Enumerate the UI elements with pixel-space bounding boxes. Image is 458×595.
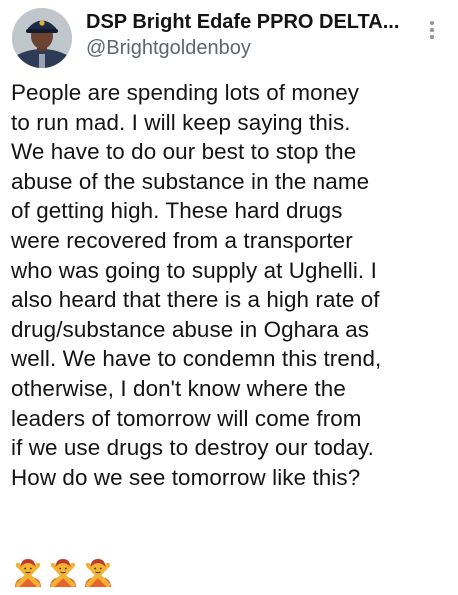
- vertical-ellipsis-icon-dot: [430, 35, 434, 39]
- tweet-text-line: of getting high. These hard drugs: [11, 198, 343, 224]
- vertical-ellipsis-icon-dot: [430, 28, 434, 32]
- tweet-text-line: People are spending lots of money: [11, 80, 360, 105]
- tweet-text-line: leaders of tomorrow will come from: [11, 405, 362, 431]
- tweet-text: People are spending lots of money to run…: [11, 78, 451, 492]
- author-handle[interactable]: @Brightgoldenboy: [86, 36, 416, 60]
- police-officer-avatar-icon: [12, 8, 72, 68]
- tweet-text-line: drug/substance abuse in Oghara as: [11, 316, 370, 342]
- person-gesturing-no-icon: [12, 555, 44, 587]
- tweet-text-line: also heard that there is a high rate of: [11, 287, 380, 313]
- tweet-text-line: How do we see tomorrow like this?: [11, 464, 361, 490]
- tweet-text-line: well. We have to condemn this trend,: [11, 346, 382, 372]
- tweet-text-line: to run mad. I will keep saying this.: [11, 109, 351, 135]
- tweet-text-line: if we use drugs to destroy our today.: [11, 435, 374, 461]
- vertical-ellipsis-icon: [430, 21, 434, 25]
- author-block: DSP Bright Edafe PPRO DELTA... @Brightgo…: [86, 10, 416, 60]
- tweet-text-line: abuse of the substance in the name: [11, 168, 370, 194]
- emoji-row: [12, 555, 114, 587]
- tweet-text-line: We have to do our best to stop the: [11, 139, 357, 165]
- person-gesturing-no-icon: [82, 555, 114, 587]
- tweet-text-line: were recovered from a transporter: [11, 227, 353, 253]
- avatar[interactable]: [12, 8, 72, 68]
- tweet-text-line: who was going to supply at Ughelli. I: [11, 257, 377, 283]
- tweet-card: DSP Bright Edafe PPRO DELTA... @Brightgo…: [0, 0, 458, 595]
- more-options-button[interactable]: [420, 14, 444, 46]
- person-gesturing-no-icon: [47, 555, 79, 587]
- tweet-text-line: otherwise, I don't know where the: [11, 375, 346, 401]
- author-display-name[interactable]: DSP Bright Edafe PPRO DELTA...: [86, 10, 416, 34]
